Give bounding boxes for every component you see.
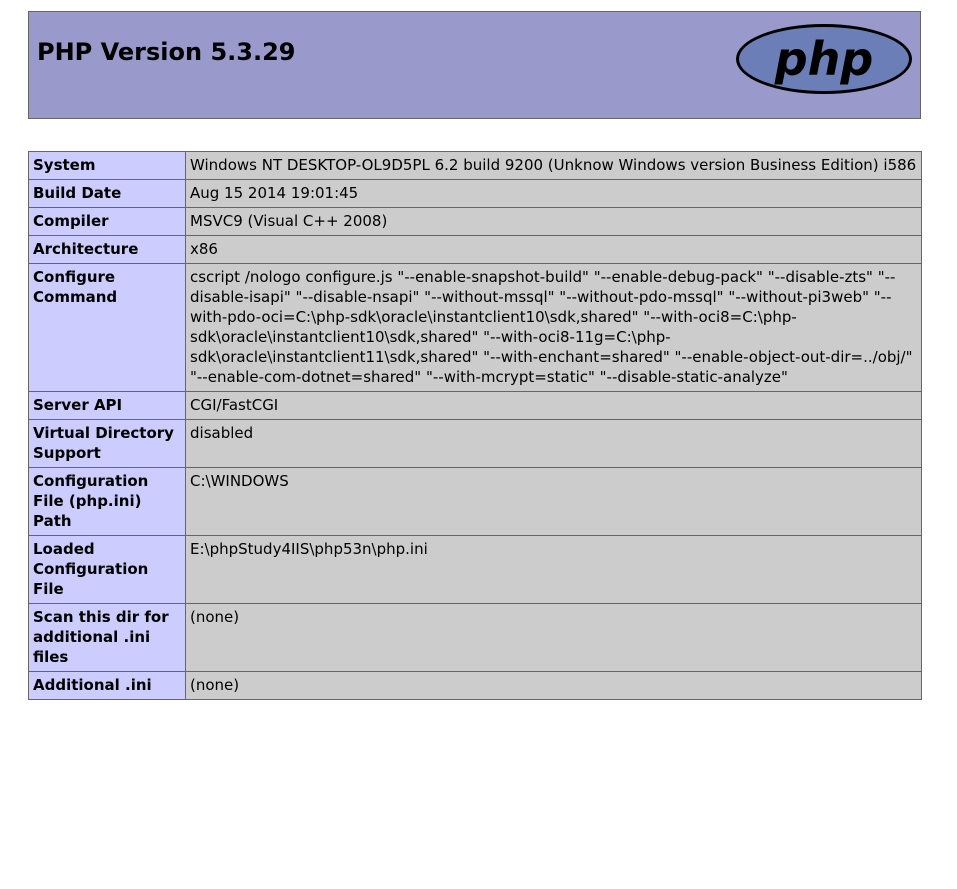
row-label: Loaded Configuration File — [28, 535, 186, 604]
table-row: Configure Command cscript /nologo configu… — [28, 263, 922, 392]
row-value: (none) — [185, 603, 922, 672]
row-label: Scan this dir for additional .ini files — [28, 603, 186, 672]
row-label: Server API — [28, 391, 186, 420]
table-row: Additional .ini (none) — [28, 671, 922, 700]
row-value: Windows NT DESKTOP-OL9D5PL 6.2 build 920… — [185, 151, 922, 180]
page-title: PHP Version 5.3.29 — [37, 38, 296, 66]
row-label: System — [28, 151, 186, 180]
row-value: E:\phpStudy4IIS\php53n\php.ini — [185, 535, 922, 604]
row-value: disabled — [185, 419, 922, 468]
row-value: C:\WINDOWS — [185, 467, 922, 536]
row-label: Additional .ini — [28, 671, 186, 700]
php-logo-icon: php — [736, 24, 912, 94]
system-info-table: System Windows NT DESKTOP-OL9D5PL 6.2 bui… — [28, 151, 922, 700]
table-row: Virtual Directory Support disabled — [28, 419, 922, 468]
table-row: System Windows NT DESKTOP-OL9D5PL 6.2 bui… — [28, 151, 922, 180]
logo-text: php — [774, 32, 874, 86]
table-row: Configuration File (php.ini) Path C:\WIND… — [28, 467, 922, 536]
php-version-header: PHP Version 5.3.29 php — [28, 11, 921, 119]
row-label: Virtual Directory Support — [28, 419, 186, 468]
table-row: Architecture x86 — [28, 235, 922, 264]
table-row: Loaded Configuration File E:\phpStudy4IIS… — [28, 535, 922, 604]
row-label: Build Date — [28, 179, 186, 208]
row-label: Configure Command — [28, 263, 186, 392]
row-label: Compiler — [28, 207, 186, 236]
table-row: Compiler MSVC9 (Visual C++ 2008) — [28, 207, 922, 236]
row-value: cscript /nologo configure.js "--enable-s… — [185, 263, 922, 392]
row-value: CGI/FastCGI — [185, 391, 922, 420]
row-value: MSVC9 (Visual C++ 2008) — [185, 207, 922, 236]
table-row: Scan this dir for additional .ini files(… — [28, 603, 922, 672]
row-value: x86 — [185, 235, 922, 264]
row-value: (none) — [185, 671, 922, 700]
row-label: Configuration File (php.ini) Path — [28, 467, 186, 536]
row-value: Aug 15 2014 19:01:45 — [185, 179, 922, 208]
table-row: Build Date Aug 15 2014 19:01:45 — [28, 179, 922, 208]
table-row: Server API CGI/FastCGI — [28, 391, 922, 420]
row-label: Architecture — [28, 235, 186, 264]
